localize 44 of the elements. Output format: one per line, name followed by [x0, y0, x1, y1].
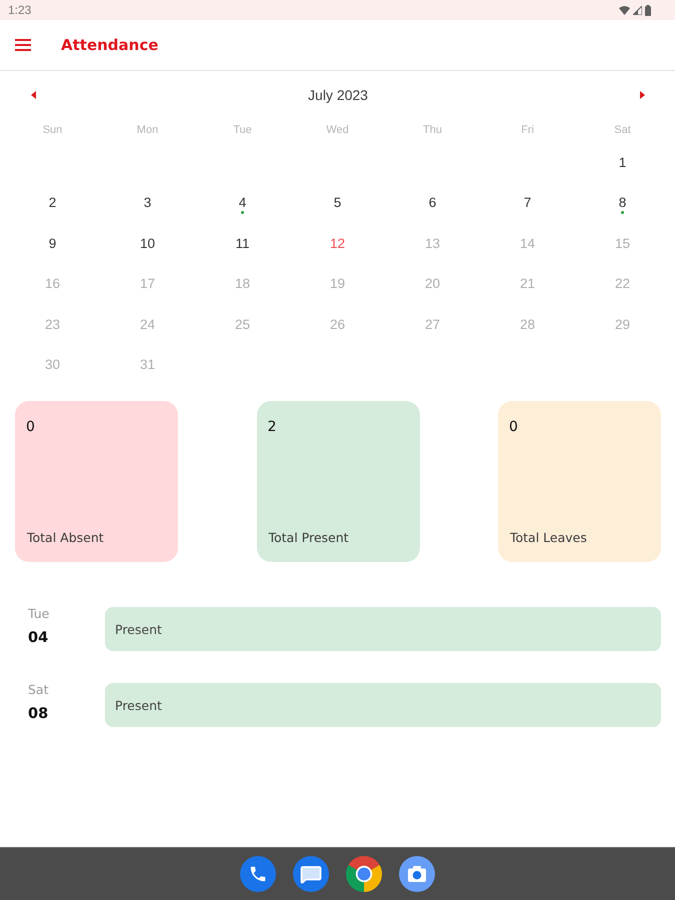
record-weekday: Sat	[28, 682, 48, 698]
month-title: July 2023	[308, 87, 368, 103]
record-day: 04	[28, 629, 48, 648]
weekday-label: Thu	[423, 124, 442, 136]
calendar-day[interactable]: 8	[618, 195, 626, 212]
record-day: 08	[28, 705, 48, 724]
calendar-day[interactable]: 10	[140, 236, 156, 252]
weekday-label: Fri	[521, 124, 534, 136]
calendar-day[interactable]: 9	[48, 236, 56, 252]
record-weekday: Tue	[28, 606, 50, 622]
summary-value: 2	[268, 418, 276, 436]
wifi-icon	[619, 6, 630, 14]
summary-label: Total Absent	[26, 530, 104, 546]
calendar-day[interactable]: 3	[144, 195, 152, 212]
caret-left-icon[interactable]	[31, 91, 36, 99]
battery-icon	[645, 4, 651, 16]
weekday-label: Wed	[326, 124, 349, 136]
phone-icon[interactable]	[240, 856, 276, 892]
chat-bubble-icon[interactable]	[293, 856, 329, 892]
app-title: Attendance	[61, 36, 158, 54]
weekday-label: Mon	[136, 124, 158, 136]
calendar-day[interactable]: 12	[330, 236, 346, 252]
calendar-day[interactable]: 2	[48, 195, 56, 212]
weekday-label: Sat	[614, 124, 631, 136]
calendar-day[interactable]: 4	[238, 195, 246, 212]
menu-icon[interactable]	[15, 39, 31, 51]
calendar-day[interactable]: 5	[334, 195, 342, 212]
camera-icon[interactable]	[399, 856, 435, 892]
signal-icon	[633, 6, 642, 14]
calendar-day[interactable]: 1	[618, 155, 626, 171]
record-status: Present	[105, 683, 661, 728]
weekday-label: Tue	[233, 124, 252, 136]
weekday-label: Sun	[42, 124, 62, 136]
summary-value: 0	[26, 418, 35, 436]
summary-label: Total Present	[268, 530, 349, 546]
calendar-day[interactable]: 7	[524, 195, 532, 212]
summary-label: Total Leaves	[509, 530, 587, 546]
calendar-day[interactable]: 6	[428, 195, 436, 212]
caret-right-icon[interactable]	[640, 91, 645, 99]
calendar-day[interactable]: 11	[235, 236, 250, 252]
summary-value: 0	[509, 418, 518, 436]
tricolor-circle-icon[interactable]	[346, 856, 382, 892]
record-status: Present	[105, 607, 661, 652]
status-time: 1:23	[8, 3, 32, 17]
